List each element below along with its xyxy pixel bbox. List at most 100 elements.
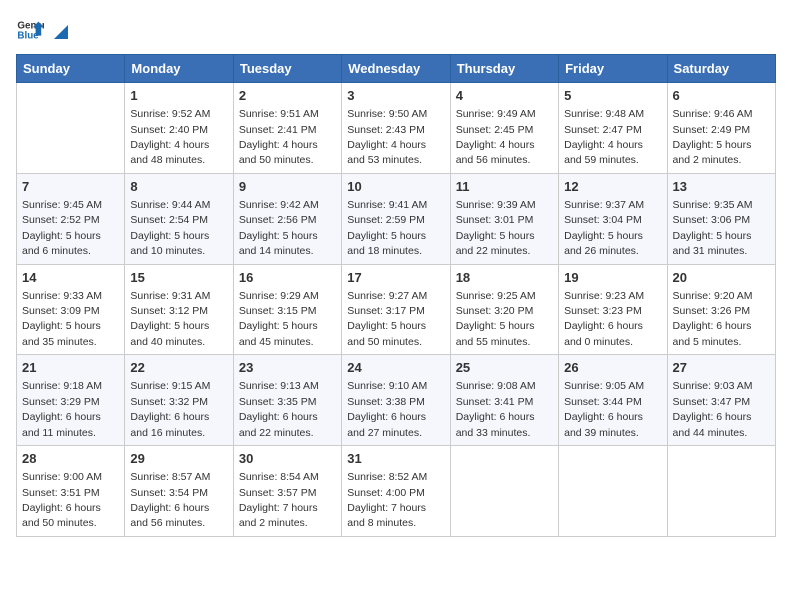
week-row-3: 14 Sunrise: 9:33 AMSunset: 3:09 PMDayligh… <box>17 264 776 355</box>
day-number: 10 <box>347 178 444 196</box>
day-cell: 5Sunrise: 9:48 AMSunset: 2:47 PMDaylight… <box>559 83 667 174</box>
day-info: Sunrise: 9:33 AMSunset: 3:09 PMDaylight:… <box>22 290 102 348</box>
day-cell: 20 Sunrise: 9:20 AMSunset: 3:26 PMDayligh… <box>667 264 775 355</box>
week-row-2: 7 Sunrise: 9:45 AMSunset: 2:52 PMDaylight… <box>17 173 776 264</box>
day-cell: 25 Sunrise: 9:08 AMSunset: 3:41 PMDayligh… <box>450 355 558 446</box>
day-info: Sunrise: 9:20 AMSunset: 3:26 PMDaylight:… <box>673 290 753 348</box>
day-number: 25 <box>456 359 553 377</box>
day-number: 24 <box>347 359 444 377</box>
day-cell: 31 Sunrise: 8:52 AMSunset: 4:00 PMDayligh… <box>342 446 450 537</box>
day-cell: 8 Sunrise: 9:44 AMSunset: 2:54 PMDaylight… <box>125 173 233 264</box>
day-cell: 27 Sunrise: 9:03 AMSunset: 3:47 PMDayligh… <box>667 355 775 446</box>
header-day-saturday: Saturday <box>667 55 775 83</box>
day-info: Sunrise: 9:48 AMSunset: 2:47 PMDaylight:… <box>564 108 644 166</box>
day-cell: 12 Sunrise: 9:37 AMSunset: 3:04 PMDayligh… <box>559 173 667 264</box>
day-info: Sunrise: 8:57 AMSunset: 3:54 PMDaylight:… <box>130 471 210 529</box>
day-info: Sunrise: 9:46 AMSunset: 2:49 PMDaylight:… <box>673 108 753 166</box>
day-number: 27 <box>673 359 770 377</box>
header: General Blue <box>16 16 776 44</box>
day-cell <box>667 446 775 537</box>
day-number: 2 <box>239 87 336 105</box>
header-day-wednesday: Wednesday <box>342 55 450 83</box>
day-info: Sunrise: 9:39 AMSunset: 3:01 PMDaylight:… <box>456 199 536 257</box>
day-number: 3 <box>347 87 444 105</box>
day-info: Sunrise: 9:08 AMSunset: 3:41 PMDaylight:… <box>456 380 536 438</box>
day-info: Sunrise: 9:10 AMSunset: 3:38 PMDaylight:… <box>347 380 427 438</box>
day-cell: 1Sunrise: 9:52 AMSunset: 2:40 PMDaylight… <box>125 83 233 174</box>
day-cell: 29 Sunrise: 8:57 AMSunset: 3:54 PMDayligh… <box>125 446 233 537</box>
day-info: Sunrise: 9:49 AMSunset: 2:45 PMDaylight:… <box>456 108 536 166</box>
day-cell: 19Sunrise: 9:23 AMSunset: 3:23 PMDayligh… <box>559 264 667 355</box>
day-info: Sunrise: 9:25 AMSunset: 3:20 PMDaylight:… <box>456 290 536 348</box>
week-row-4: 21Sunrise: 9:18 AMSunset: 3:29 PMDayligh… <box>17 355 776 446</box>
day-info: Sunrise: 9:37 AMSunset: 3:04 PMDaylight:… <box>564 199 644 257</box>
day-info: Sunrise: 8:52 AMSunset: 4:00 PMDaylight:… <box>347 471 427 529</box>
day-cell: 26 Sunrise: 9:05 AMSunset: 3:44 PMDayligh… <box>559 355 667 446</box>
day-cell <box>17 83 125 174</box>
day-info: Sunrise: 9:45 AMSunset: 2:52 PMDaylight:… <box>22 199 102 257</box>
day-number: 21 <box>22 359 119 377</box>
logo-triangle-icon <box>50 21 72 43</box>
week-row-5: 28Sunrise: 9:00 AMSunset: 3:51 PMDayligh… <box>17 446 776 537</box>
day-cell: 4 Sunrise: 9:49 AMSunset: 2:45 PMDaylight… <box>450 83 558 174</box>
day-cell: 23 Sunrise: 9:13 AMSunset: 3:35 PMDayligh… <box>233 355 341 446</box>
header-day-tuesday: Tuesday <box>233 55 341 83</box>
day-cell: 24 Sunrise: 9:10 AMSunset: 3:38 PMDayligh… <box>342 355 450 446</box>
header-day-friday: Friday <box>559 55 667 83</box>
day-number: 11 <box>456 178 553 196</box>
day-number: 16 <box>239 269 336 287</box>
day-info: Sunrise: 9:03 AMSunset: 3:47 PMDaylight:… <box>673 380 753 438</box>
day-number: 8 <box>130 178 227 196</box>
week-row-1: 1Sunrise: 9:52 AMSunset: 2:40 PMDaylight… <box>17 83 776 174</box>
day-cell: 2 Sunrise: 9:51 AMSunset: 2:41 PMDaylight… <box>233 83 341 174</box>
day-cell: 9Sunrise: 9:42 AMSunset: 2:56 PMDaylight… <box>233 173 341 264</box>
day-number: 23 <box>239 359 336 377</box>
day-number: 28 <box>22 450 119 468</box>
day-number: 15 <box>130 269 227 287</box>
day-number: 9 <box>239 178 336 196</box>
day-cell <box>559 446 667 537</box>
day-cell: 14 Sunrise: 9:33 AMSunset: 3:09 PMDayligh… <box>17 264 125 355</box>
day-info: Sunrise: 9:31 AMSunset: 3:12 PMDaylight:… <box>130 290 210 348</box>
logo-icon: General Blue <box>16 16 44 44</box>
day-number: 20 <box>673 269 770 287</box>
day-number: 7 <box>22 178 119 196</box>
day-cell: 3Sunrise: 9:50 AMSunset: 2:43 PMDaylight… <box>342 83 450 174</box>
logo: General Blue <box>16 16 74 44</box>
day-number: 26 <box>564 359 661 377</box>
day-number: 30 <box>239 450 336 468</box>
day-number: 12 <box>564 178 661 196</box>
day-cell: 28Sunrise: 9:00 AMSunset: 3:51 PMDayligh… <box>17 446 125 537</box>
day-cell: 16Sunrise: 9:29 AMSunset: 3:15 PMDayligh… <box>233 264 341 355</box>
day-cell: 21Sunrise: 9:18 AMSunset: 3:29 PMDayligh… <box>17 355 125 446</box>
day-info: Sunrise: 8:54 AMSunset: 3:57 PMDaylight:… <box>239 471 319 529</box>
day-cell: 11 Sunrise: 9:39 AMSunset: 3:01 PMDayligh… <box>450 173 558 264</box>
day-info: Sunrise: 9:51 AMSunset: 2:41 PMDaylight:… <box>239 108 319 166</box>
day-number: 13 <box>673 178 770 196</box>
day-info: Sunrise: 9:35 AMSunset: 3:06 PMDaylight:… <box>673 199 753 257</box>
day-cell: 10Sunrise: 9:41 AMSunset: 2:59 PMDayligh… <box>342 173 450 264</box>
days-header-row: SundayMondayTuesdayWednesdayThursdayFrid… <box>17 55 776 83</box>
day-info: Sunrise: 9:13 AMSunset: 3:35 PMDaylight:… <box>239 380 319 438</box>
day-cell: 7 Sunrise: 9:45 AMSunset: 2:52 PMDaylight… <box>17 173 125 264</box>
header-day-monday: Monday <box>125 55 233 83</box>
day-number: 22 <box>130 359 227 377</box>
calendar-table: SundayMondayTuesdayWednesdayThursdayFrid… <box>16 54 776 537</box>
day-info: Sunrise: 9:05 AMSunset: 3:44 PMDaylight:… <box>564 380 644 438</box>
day-number: 6 <box>673 87 770 105</box>
header-day-sunday: Sunday <box>17 55 125 83</box>
day-number: 17 <box>347 269 444 287</box>
day-number: 29 <box>130 450 227 468</box>
day-cell: 17Sunrise: 9:27 AMSunset: 3:17 PMDayligh… <box>342 264 450 355</box>
day-cell: 15 Sunrise: 9:31 AMSunset: 3:12 PMDayligh… <box>125 264 233 355</box>
day-cell: 30 Sunrise: 8:54 AMSunset: 3:57 PMDayligh… <box>233 446 341 537</box>
day-info: Sunrise: 9:23 AMSunset: 3:23 PMDaylight:… <box>564 290 644 348</box>
day-cell: 18 Sunrise: 9:25 AMSunset: 3:20 PMDayligh… <box>450 264 558 355</box>
day-number: 18 <box>456 269 553 287</box>
day-number: 14 <box>22 269 119 287</box>
day-number: 31 <box>347 450 444 468</box>
day-info: Sunrise: 9:44 AMSunset: 2:54 PMDaylight:… <box>130 199 210 257</box>
header-day-thursday: Thursday <box>450 55 558 83</box>
day-cell: 13 Sunrise: 9:35 AMSunset: 3:06 PMDayligh… <box>667 173 775 264</box>
day-number: 4 <box>456 87 553 105</box>
